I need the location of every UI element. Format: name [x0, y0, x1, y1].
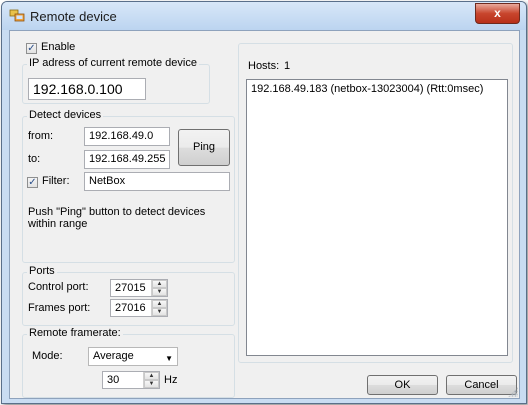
framerate-label: Remote framerate: [27, 327, 123, 339]
hosts-label: Hosts: [248, 60, 280, 72]
frames-port-input[interactable]: 27016 ▲ ▼ [110, 299, 168, 317]
control-port-value: 27015 [115, 282, 146, 294]
ping-button[interactable]: Ping [178, 129, 230, 166]
framerate-value: 30 [107, 374, 120, 386]
spin-down-icon[interactable]: ▼ [144, 380, 159, 388]
filter-label: Filter: [42, 175, 70, 187]
close-button[interactable]: x [475, 3, 520, 24]
detect-devices-label: Detect devices [27, 109, 104, 121]
mode-value: Average [93, 350, 134, 362]
frames-port-label: Frames port: [28, 302, 91, 314]
from-label: from: [28, 130, 54, 142]
spin-up-icon[interactable]: ▲ [152, 280, 167, 288]
ok-button[interactable]: OK [367, 375, 438, 395]
ping-hint-text: Push "Ping" button to detect devices wit… [28, 206, 206, 230]
from-ip-input[interactable]: 192.168.49.0 [84, 127, 170, 146]
window-title: Remote device [30, 9, 117, 24]
hosts-list[interactable]: 192.168.49.183 (netbox-13023004) (Rtt:0m… [246, 79, 508, 356]
spin-up-icon[interactable]: ▲ [144, 372, 159, 380]
control-port-spinner[interactable]: ▲ ▼ [151, 280, 167, 296]
ip-address-input[interactable]: 192.168.0.100 [28, 78, 146, 100]
to-ip-input[interactable]: 192.168.49.255 [84, 150, 170, 169]
app-icon [9, 9, 25, 22]
hosts-list-item[interactable]: 192.168.49.183 (netbox-13023004) (Rtt:0m… [251, 83, 483, 95]
framerate-spinner[interactable]: ▲ ▼ [143, 372, 159, 388]
frames-port-spinner[interactable]: ▲ ▼ [151, 300, 167, 316]
title-bar[interactable]: Remote device x [2, 2, 526, 30]
enable-label: Enable [41, 41, 76, 53]
to-label: to: [28, 153, 41, 165]
frames-port-value: 27016 [115, 302, 146, 314]
hz-unit-label: Hz [164, 374, 178, 386]
hosts-count: 1 [284, 60, 291, 72]
ports-label: Ports [27, 265, 57, 277]
control-port-label: Control port: [28, 281, 89, 293]
cancel-button[interactable]: Cancel [446, 375, 517, 395]
chevron-down-icon: ▼ [165, 354, 173, 363]
close-icon: x [494, 6, 501, 20]
filter-input[interactable]: NetBox [84, 172, 230, 191]
dialog-client-area: ✓ Enable IP adress of current remote dev… [9, 30, 520, 399]
mode-select[interactable]: Average ▼ [88, 347, 178, 366]
filter-checkbox[interactable]: ✓ [27, 177, 38, 188]
ip-group-label: IP adress of current remote device [27, 57, 199, 69]
enable-checkbox[interactable]: ✓ [26, 43, 37, 54]
spin-up-icon[interactable]: ▲ [152, 300, 167, 308]
framerate-value-input[interactable]: 30 ▲ ▼ [102, 371, 160, 389]
spin-down-icon[interactable]: ▼ [152, 308, 167, 316]
mode-label: Mode: [32, 350, 63, 362]
spin-down-icon[interactable]: ▼ [152, 288, 167, 296]
remote-device-window: Remote device x ✓ Enable IP adress of cu… [1, 1, 527, 404]
control-port-input[interactable]: 27015 ▲ ▼ [110, 279, 168, 297]
